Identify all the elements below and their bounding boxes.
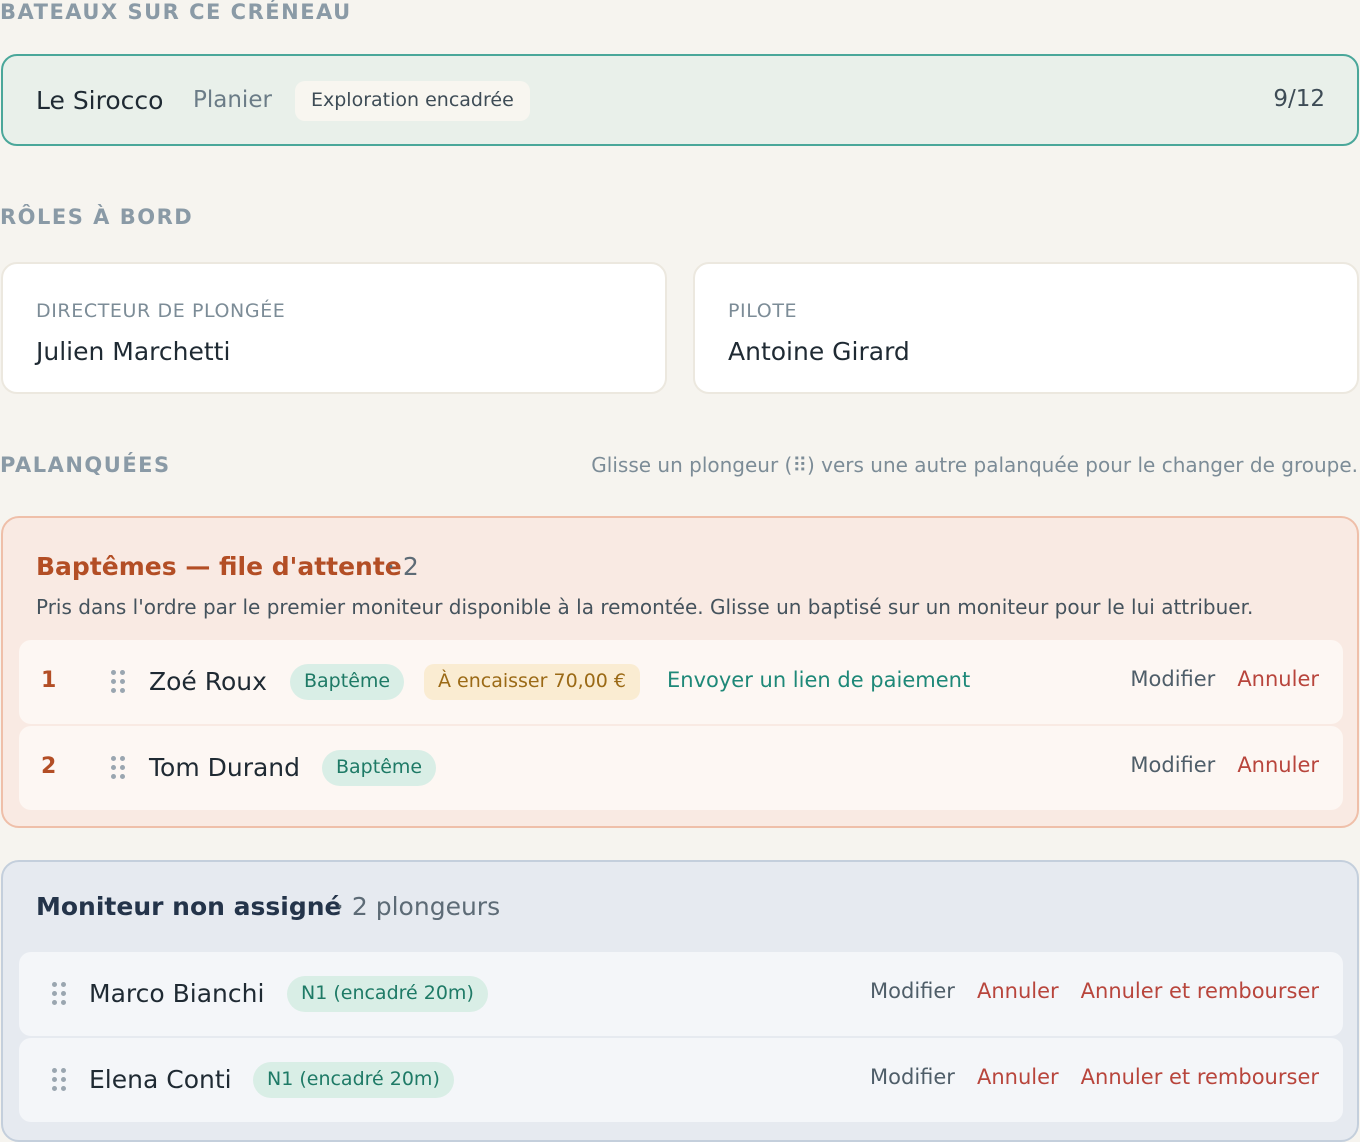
roles-section-title: RÔLES À BORD — [0, 205, 194, 229]
group-count: · 2 — [387, 552, 419, 581]
list-item[interactable]: 1 Zoé Roux Baptême À encaisser 70,00 € E… — [19, 640, 1343, 724]
diver-name: Zoé Roux — [149, 667, 267, 696]
group-baptemes-queue[interactable]: Baptêmes — file d'attente · 2 Pris dans … — [1, 516, 1359, 828]
level-badge: N1 (encadré 20m) — [287, 976, 488, 1012]
cancel-button[interactable]: Annuler — [977, 979, 1059, 1003]
payment-status-badge: À encaisser 70,00 € — [424, 664, 640, 700]
diver-name: Marco Bianchi — [89, 979, 265, 1008]
diver-name: Elena Conti — [89, 1065, 232, 1094]
level-badge: N1 (encadré 20m) — [253, 1062, 454, 1098]
edit-button[interactable]: Modifier — [1130, 667, 1215, 691]
role-card-directeur[interactable]: DIRECTEUR DE PLONGÉE Julien Marchetti — [1, 262, 667, 394]
boat-site: Planier — [193, 87, 272, 113]
edit-button[interactable]: Modifier — [1130, 753, 1215, 777]
boats-section-title: BATEAUX SUR CE CRÉNEAU — [0, 0, 352, 24]
list-item[interactable]: 2 Tom Durand Baptême Modifier Annuler — [19, 726, 1343, 810]
cancel-button[interactable]: Annuler — [1237, 753, 1319, 777]
queue-position: 2 — [41, 754, 57, 779]
list-item[interactable]: Marco Bianchi N1 (encadré 20m) Modifier … — [19, 952, 1343, 1036]
cancel-button[interactable]: Annuler — [1237, 667, 1319, 691]
cancel-refund-button[interactable]: Annuler et rembourser — [1081, 1065, 1319, 1089]
level-badge: Baptême — [290, 664, 405, 700]
drag-hint: Glisse un plongeur (⠿) vers une autre pa… — [591, 453, 1358, 477]
role-card-pilote[interactable]: PILOTE Antoine Girard — [693, 262, 1359, 394]
row-actions: Modifier Annuler Annuler et rembourser — [870, 1065, 1319, 1089]
activity-tag: Exploration encadrée — [295, 81, 530, 121]
row-actions: Modifier Annuler — [1130, 753, 1319, 777]
palanquees-section-title: PALANQUÉES — [0, 453, 171, 477]
list-item[interactable]: Elena Conti N1 (encadré 20m) Modifier An… — [19, 1038, 1343, 1122]
group-unassigned-instructor[interactable]: Moniteur non assigné · 2 plongeurs Marco… — [1, 860, 1359, 1142]
drag-handle-icon[interactable] — [111, 756, 127, 780]
row-actions: Modifier Annuler Annuler et rembourser — [870, 979, 1319, 1003]
edit-button[interactable]: Modifier — [870, 1065, 955, 1089]
cancel-button[interactable]: Annuler — [977, 1065, 1059, 1089]
edit-button[interactable]: Modifier — [870, 979, 955, 1003]
level-badge: Baptême — [322, 750, 437, 786]
drag-handle-icon[interactable] — [52, 982, 68, 1006]
send-payment-link[interactable]: Envoyer un lien de paiement — [667, 668, 970, 692]
diver-name: Tom Durand — [149, 753, 301, 782]
queue-position: 1 — [41, 668, 57, 693]
group-title: Moniteur non assigné — [36, 892, 342, 921]
group-description: Pris dans l'ordre par le premier moniteu… — [36, 595, 1254, 619]
boat-occupancy: 9/12 — [1273, 86, 1325, 112]
row-actions: Modifier Annuler — [1130, 667, 1319, 691]
group-count: · 2 plongeurs — [336, 892, 501, 921]
role-label: DIRECTEUR DE PLONGÉE — [36, 300, 286, 322]
role-value: Antoine Girard — [728, 337, 910, 366]
boat-card[interactable]: Le Sirocco Planier Exploration encadrée … — [1, 54, 1359, 146]
role-label: PILOTE — [728, 300, 798, 322]
role-value: Julien Marchetti — [36, 337, 231, 366]
drag-handle-icon[interactable] — [111, 670, 127, 694]
group-title: Baptêmes — file d'attente — [36, 552, 402, 581]
drag-handle-icon[interactable] — [52, 1068, 68, 1092]
boat-name: Le Sirocco — [36, 86, 164, 115]
cancel-refund-button[interactable]: Annuler et rembourser — [1081, 979, 1319, 1003]
